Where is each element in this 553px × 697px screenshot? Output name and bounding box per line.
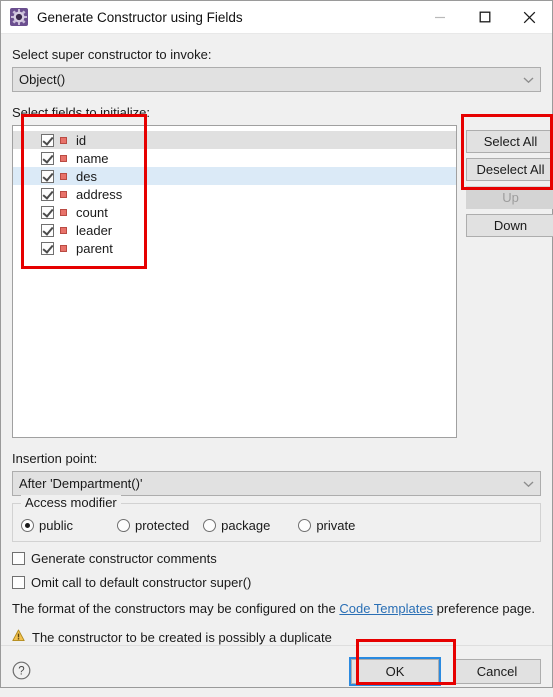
radio-label: package bbox=[221, 518, 271, 533]
option-checkbox[interactable] bbox=[12, 576, 25, 589]
option-row[interactable]: Omit call to default constructor super() bbox=[12, 575, 541, 590]
field-name-label: parent bbox=[76, 240, 113, 256]
access-modifier-package[interactable]: package bbox=[203, 518, 270, 533]
insertion-point-value: After 'Dempartment()' bbox=[19, 476, 143, 491]
radio-button[interactable] bbox=[116, 519, 130, 532]
down-button[interactable]: Down bbox=[466, 214, 553, 237]
super-constructor-combo[interactable]: Object() bbox=[12, 67, 541, 92]
fields-list[interactable]: id name des address count leader parent bbox=[12, 125, 457, 438]
field-row[interactable]: name bbox=[13, 149, 456, 167]
insertion-point-combo[interactable]: After 'Dempartment()' bbox=[12, 471, 541, 496]
up-button: Up bbox=[466, 186, 553, 209]
generate-constructor-dialog: Generate Constructor using Fields Select… bbox=[0, 0, 553, 688]
select-all-button[interactable]: Select All bbox=[466, 130, 553, 153]
field-checkbox[interactable] bbox=[41, 151, 54, 165]
super-constructor-label: Select super constructor to invoke: bbox=[12, 47, 212, 62]
field-row[interactable]: des bbox=[13, 167, 456, 185]
access-modifier-protected[interactable]: protected bbox=[116, 518, 190, 533]
field-name-label: des bbox=[76, 168, 97, 184]
field-name-label: address bbox=[76, 186, 123, 202]
access-modifier-group: Access modifier public protected package pr… bbox=[12, 495, 541, 542]
field-checkbox[interactable] bbox=[41, 205, 54, 219]
option-row[interactable]: Generate constructor comments bbox=[12, 551, 541, 566]
access-modifier-private[interactable]: private bbox=[298, 518, 355, 533]
radio-button[interactable] bbox=[21, 519, 34, 532]
field-name-label: name bbox=[76, 150, 109, 166]
warning-row: The constructor to be created is possibl… bbox=[12, 629, 541, 645]
field-row[interactable]: count bbox=[13, 203, 456, 221]
field-row[interactable]: leader bbox=[13, 221, 456, 239]
field-marker-icon bbox=[60, 136, 67, 144]
field-marker-icon bbox=[60, 190, 67, 198]
field-marker-icon bbox=[60, 208, 67, 216]
help-icon[interactable]: ? bbox=[12, 661, 31, 683]
minimize-icon[interactable] bbox=[417, 2, 462, 33]
field-name-label: count bbox=[76, 204, 108, 220]
option-label: Generate constructor comments bbox=[31, 551, 217, 566]
field-marker-icon bbox=[60, 172, 67, 180]
format-note-prefix: The format of the constructors may be co… bbox=[12, 601, 340, 616]
warning-text: The constructor to be created is possibl… bbox=[32, 629, 332, 645]
warning-triangle-icon bbox=[12, 629, 25, 645]
field-marker-icon bbox=[60, 226, 67, 234]
field-marker-icon bbox=[60, 154, 67, 162]
radio-button[interactable] bbox=[203, 519, 217, 532]
radio-label: private bbox=[316, 518, 356, 533]
chevron-down-icon bbox=[523, 72, 534, 87]
side-buttons-group: Select All Deselect All Up Down bbox=[466, 125, 553, 237]
format-note: The format of the constructors may be co… bbox=[12, 601, 541, 616]
window-title: Generate Constructor using Fields bbox=[37, 9, 243, 25]
ok-button[interactable]: OK bbox=[349, 657, 441, 686]
field-row[interactable]: address bbox=[13, 185, 456, 203]
dialog-body: Select super constructor to invoke: Obje… bbox=[1, 34, 553, 645]
field-checkbox[interactable] bbox=[41, 223, 54, 237]
field-row[interactable]: parent bbox=[13, 239, 456, 257]
footer-bar: ? OK Cancel bbox=[1, 645, 552, 697]
field-checkbox[interactable] bbox=[41, 169, 54, 183]
close-icon[interactable] bbox=[507, 2, 552, 33]
field-marker-icon bbox=[60, 244, 67, 252]
super-constructor-value: Object() bbox=[19, 72, 66, 87]
options-list: Generate constructor comments Omit call t… bbox=[12, 551, 541, 590]
eclipse-gear-icon bbox=[10, 8, 28, 26]
field-row[interactable]: id bbox=[13, 131, 456, 149]
option-checkbox[interactable] bbox=[12, 552, 25, 565]
svg-text:?: ? bbox=[18, 665, 24, 677]
access-modifier-legend: Access modifier bbox=[21, 495, 121, 510]
deselect-all-button[interactable]: Deselect All bbox=[466, 158, 553, 181]
field-checkbox[interactable] bbox=[41, 241, 54, 255]
access-modifier-public[interactable]: public bbox=[21, 518, 73, 533]
insertion-point-label: Insertion point: bbox=[12, 451, 98, 466]
radio-button[interactable] bbox=[298, 519, 312, 532]
title-bar: Generate Constructor using Fields bbox=[1, 1, 552, 34]
code-templates-link[interactable]: Code Templates bbox=[339, 601, 433, 616]
field-checkbox[interactable] bbox=[41, 133, 54, 147]
fields-section-label: Select fields to initialize: bbox=[12, 105, 151, 120]
field-name-label: id bbox=[76, 132, 87, 148]
option-label: Omit call to default constructor super() bbox=[31, 575, 252, 590]
field-name-label: leader bbox=[76, 222, 113, 238]
radio-label: protected bbox=[134, 518, 190, 533]
cancel-button[interactable]: Cancel bbox=[453, 659, 541, 684]
access-modifier-radios: public protected package private bbox=[21, 518, 532, 533]
format-note-suffix: preference page. bbox=[433, 601, 535, 616]
fields-row: id name des address count leader parent Select… bbox=[12, 125, 553, 438]
maximize-icon[interactable] bbox=[462, 2, 507, 33]
radio-label: public bbox=[39, 518, 73, 533]
chevron-down-icon bbox=[523, 476, 534, 491]
field-checkbox[interactable] bbox=[41, 187, 54, 201]
